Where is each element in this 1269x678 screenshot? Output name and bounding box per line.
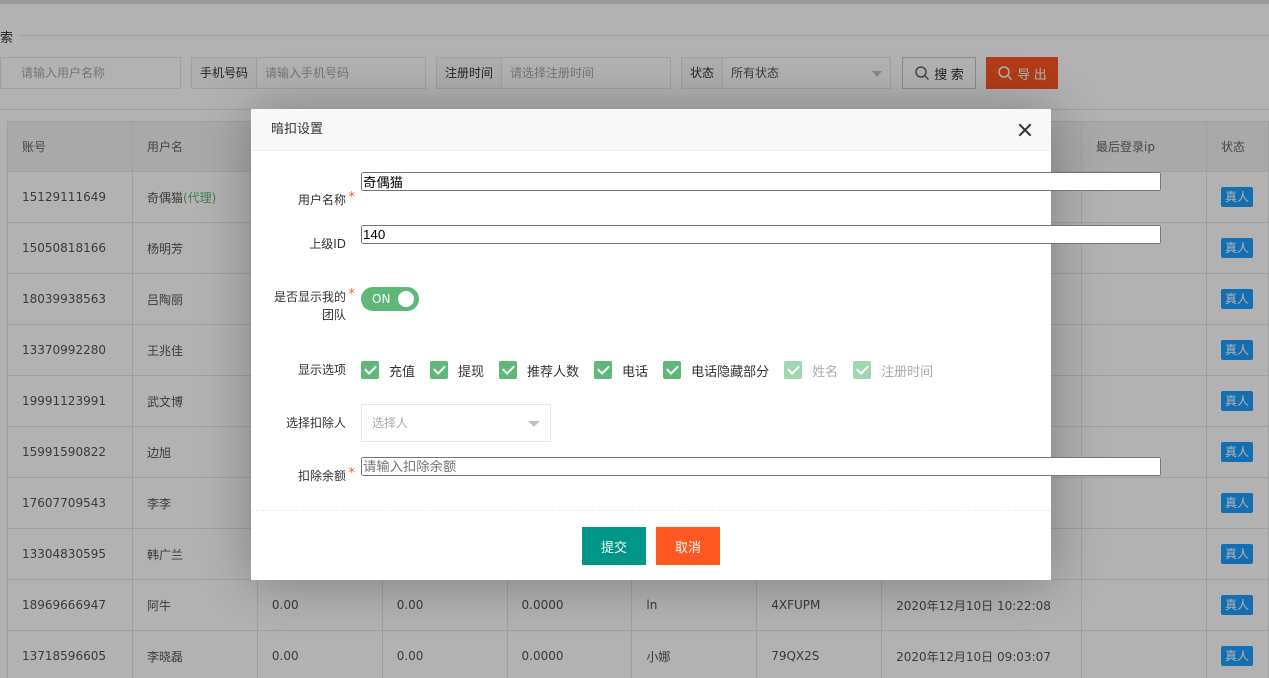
parent-id-label: 上级ID bbox=[309, 237, 346, 251]
cancel-button[interactable]: 取消 bbox=[656, 527, 720, 565]
username-label: 用户名称 * bbox=[297, 190, 355, 209]
checkmark-icon bbox=[663, 361, 682, 379]
checkmark-icon bbox=[853, 361, 872, 379]
deductor-select[interactable]: 选择人 bbox=[361, 404, 551, 442]
option-withdraw-checkbox[interactable]: 提现 bbox=[430, 361, 484, 380]
option-label: 姓名 bbox=[812, 364, 839, 380]
option-name-checkbox[interactable]: 姓名 bbox=[784, 361, 838, 380]
username-label-text: 用户名称 bbox=[297, 193, 346, 207]
required-mark: * bbox=[348, 190, 356, 205]
option-label: 电话隐藏部分 bbox=[691, 364, 770, 380]
option-label: 充值 bbox=[389, 364, 416, 380]
option-phone-mask-checkbox[interactable]: 电话隐藏部分 bbox=[663, 361, 769, 380]
toggle-state-text: ON bbox=[372, 292, 391, 306]
dialog-title: 暗扣设置 bbox=[271, 122, 324, 137]
checkmark-icon bbox=[361, 361, 379, 379]
dialog-footer-divider bbox=[251, 510, 1051, 511]
display-options-group: 充值 提现 推荐人数 电话 电话隐藏部分 姓名 注册时间 bbox=[361, 361, 948, 380]
checkmark-icon bbox=[430, 361, 449, 379]
display-options-label: 显示选项 bbox=[297, 363, 346, 377]
required-mark: * bbox=[348, 466, 356, 481]
submit-button[interactable]: 提交 bbox=[582, 527, 646, 565]
close-icon[interactable] bbox=[1017, 122, 1033, 138]
show-team-label: 是否显示我的团队 * bbox=[266, 287, 355, 324]
checkmark-icon bbox=[784, 361, 803, 379]
amount-label-text: 扣除余额 bbox=[297, 469, 346, 483]
checkmark-icon bbox=[594, 361, 613, 379]
parent-id-field[interactable] bbox=[361, 225, 1161, 244]
option-label: 电话 bbox=[622, 364, 649, 380]
option-regtime-checkbox[interactable]: 注册时间 bbox=[853, 361, 933, 380]
option-phone-checkbox[interactable]: 电话 bbox=[594, 361, 648, 380]
dialog-header: 暗扣设置 bbox=[251, 109, 1051, 151]
toggle-knob bbox=[398, 291, 414, 307]
required-mark: * bbox=[348, 287, 356, 302]
chevron-down-icon bbox=[528, 421, 540, 427]
amount-label: 扣除余额 * bbox=[297, 466, 355, 485]
show-team-toggle[interactable]: ON bbox=[361, 287, 419, 311]
option-label: 注册时间 bbox=[881, 364, 934, 380]
show-team-label-text: 是否显示我的团队 bbox=[273, 290, 346, 322]
option-label: 推荐人数 bbox=[527, 364, 580, 380]
option-referrals-checkbox[interactable]: 推荐人数 bbox=[499, 361, 579, 380]
deduction-settings-dialog: 暗扣设置 用户名称* 上级ID 是否显示我的团队* ON 显示选项 充值 提现 … bbox=[251, 109, 1161, 580]
deduct-amount-field[interactable] bbox=[361, 457, 1161, 476]
deductor-label: 选择扣除人 bbox=[285, 416, 346, 430]
checkmark-icon bbox=[499, 361, 518, 379]
username-field[interactable] bbox=[361, 172, 1161, 191]
deductor-select-placeholder: 选择人 bbox=[372, 416, 409, 430]
option-label: 提现 bbox=[458, 364, 485, 380]
option-recharge-checkbox[interactable]: 充值 bbox=[361, 361, 415, 380]
